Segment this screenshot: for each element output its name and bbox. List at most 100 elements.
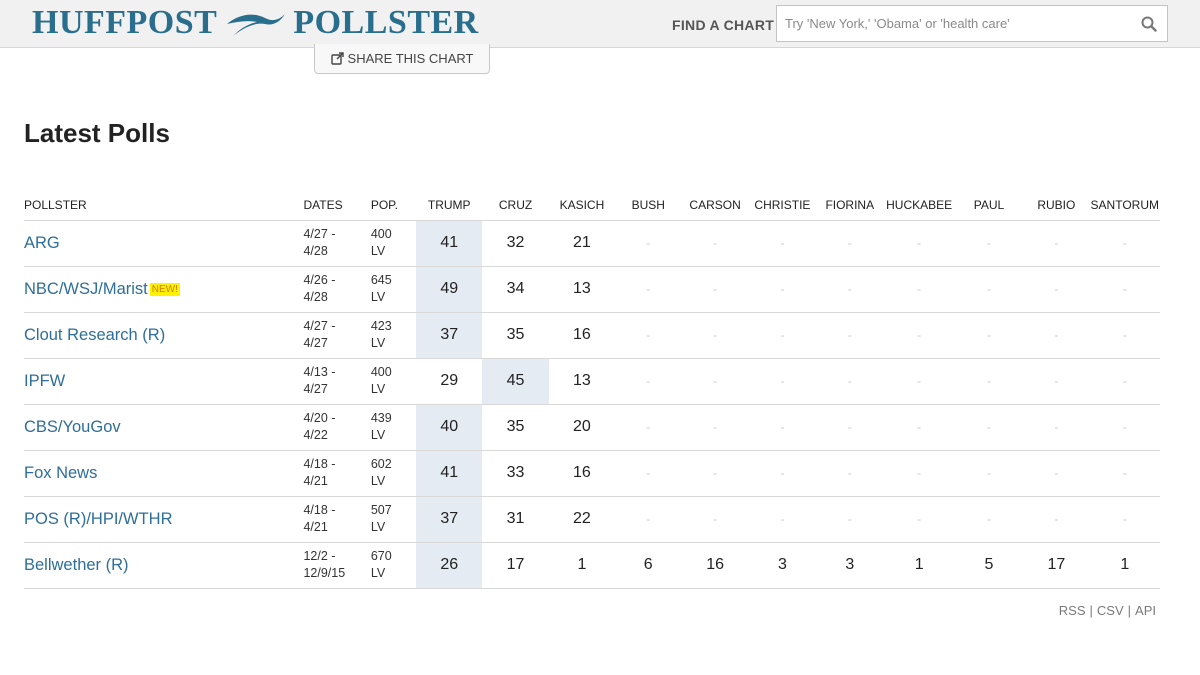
- value-cell-santorum: -: [1089, 358, 1160, 405]
- pollster-link[interactable]: IPFW: [24, 372, 65, 390]
- value-cell-santorum: -: [1089, 450, 1160, 497]
- col-header-pop[interactable]: POP.: [370, 188, 417, 221]
- pollster-link[interactable]: ARG: [24, 234, 60, 252]
- col-header-kasich[interactable]: KASICH: [548, 188, 616, 221]
- table-row: POS (R)/HPI/WTHR 4/18 -4/21 507 LV 37 31 22- - -…: [24, 496, 1160, 543]
- col-header-cruz[interactable]: CRUZ: [482, 188, 549, 221]
- value-cell-huckabee: 1: [883, 542, 955, 589]
- logo-text-pollster: POLLSTER: [293, 4, 479, 41]
- value-cell-cruz: 33: [482, 450, 549, 497]
- bird-logo-icon: [227, 14, 286, 36]
- population-type: LV: [370, 428, 386, 442]
- value-cell-christie: -: [748, 450, 817, 497]
- col-header-carson[interactable]: CARSON: [681, 188, 749, 221]
- poll-rows: ARG 4/27 -4/28 400 LV 41 32 21- - - - - - - - NBC/WSJ/…: [24, 220, 1160, 589]
- col-header-fiorina[interactable]: FIORINA: [816, 188, 884, 221]
- pollster-link[interactable]: Fox News: [24, 464, 97, 482]
- value-cell-paul: -: [954, 266, 1024, 313]
- find-a-chart-label: FIND A CHART: [672, 17, 775, 33]
- value-cell-rubio: -: [1023, 404, 1090, 451]
- value-cell-cruz: 32: [482, 220, 549, 267]
- population-type: LV: [370, 474, 386, 488]
- rss-link[interactable]: RSS: [1059, 603, 1086, 618]
- pop-cell: 400 LV: [370, 220, 417, 267]
- date-end: 4/21: [303, 520, 328, 534]
- value-cell-santorum: -: [1089, 312, 1160, 359]
- dates-cell: 4/27 - 4/27: [303, 312, 371, 359]
- value-cell-rubio: -: [1023, 450, 1090, 497]
- export-links: RSS | CSV | API: [1059, 603, 1156, 618]
- value-cell-carson: -: [681, 404, 749, 451]
- value-cell-rubio: -: [1023, 312, 1090, 359]
- table-row: NBC/WSJ/Marist NEW! 4/26 -4/28 645 LV 49 34 13-…: [24, 266, 1160, 313]
- col-header-trump[interactable]: TRUMP: [416, 188, 483, 221]
- value-cell-santorum: -: [1089, 496, 1160, 543]
- population-type: LV: [370, 566, 386, 580]
- col-header-bush[interactable]: BUSH: [615, 188, 682, 221]
- section-title: Latest Polls: [24, 118, 170, 148]
- col-header-christie[interactable]: CHRISTIE: [748, 188, 817, 221]
- value-cell-trump: 29: [416, 358, 483, 405]
- value-cell-fiorina: -: [816, 220, 884, 267]
- pollster-cell: Fox News: [24, 450, 304, 497]
- search-icon[interactable]: [1131, 6, 1167, 42]
- search-input[interactable]: [777, 6, 1131, 41]
- huffpost-pollster-logo[interactable]: HUFFPOST POLLSTER: [32, 5, 479, 41]
- pop-cell: 602 LV: [370, 450, 417, 497]
- date-start: 4/20 -: [303, 411, 336, 425]
- value-cell-cruz: 31: [482, 496, 549, 543]
- value-cell-carson: -: [681, 496, 749, 543]
- separator: |: [1127, 603, 1132, 618]
- dates-cell[interactable]: 12/2 - 12/9/15: [303, 542, 371, 589]
- value-cell-huckabee: -: [883, 312, 955, 359]
- csv-link[interactable]: CSV: [1097, 603, 1124, 618]
- table-header-row: POLLSTER DATES POP. TRUMP CRUZ KASICH BUSH C…: [24, 188, 1160, 221]
- date-end: 4/27: [303, 382, 328, 396]
- value-cell-fiorina: -: [816, 358, 884, 405]
- search-box: [776, 5, 1168, 42]
- date-end: 4/28: [303, 290, 328, 304]
- sample-size: 439: [370, 411, 392, 425]
- date-start: 4/27 -: [303, 227, 336, 241]
- api-link[interactable]: API: [1135, 603, 1156, 618]
- pop-cell: 645 LV: [370, 266, 417, 313]
- col-header-pollster[interactable]: POLLSTER: [24, 188, 304, 221]
- col-header-paul[interactable]: PAUL: [954, 188, 1024, 221]
- value-cell-christie: -: [748, 312, 817, 359]
- value-cell-santorum: -: [1089, 404, 1160, 451]
- table-row: CBS/YouGov 4/20 -4/22 439 LV 40 35 20- - - - - - - -: [24, 404, 1160, 451]
- value-cell-rubio: -: [1023, 358, 1090, 405]
- value-cell-trump: 49: [416, 266, 483, 313]
- value-cell-fiorina: -: [816, 312, 884, 359]
- value-cell-huckabee: -: [883, 266, 955, 313]
- col-header-santorum[interactable]: SANTORUM: [1089, 188, 1160, 221]
- pollster-link[interactable]: CBS/YouGov: [24, 418, 121, 436]
- share-chart-button[interactable]: SHARE THIS CHART: [314, 44, 490, 74]
- value-cell-rubio: -: [1023, 220, 1090, 267]
- col-header-huckabee[interactable]: HUCKABEE: [883, 188, 955, 221]
- value-cell-trump: 41: [416, 450, 483, 497]
- value-cell-trump: 26: [416, 542, 483, 589]
- pollster-link[interactable]: Bellwether (R): [24, 556, 129, 574]
- date-end: 4/22: [303, 428, 328, 442]
- value-cell-christie: 3: [748, 542, 817, 589]
- value-cell-paul: -: [954, 358, 1024, 405]
- value-cell-bush: -: [615, 312, 682, 359]
- value-cell-bush: 6: [615, 542, 682, 589]
- new-badge: NEW!: [149, 282, 180, 296]
- col-header-rubio[interactable]: RUBIO: [1023, 188, 1090, 221]
- site-header: HUFFPOST POLLSTER FIND A CHART: [0, 0, 1200, 48]
- value-cell-rubio: -: [1023, 496, 1090, 543]
- table-row: Bellwether (R) 12/2 -12/9/15 670 LV 26 17 1 6 16…: [24, 542, 1160, 589]
- pollster-link[interactable]: NBC/WSJ/Marist: [24, 280, 148, 298]
- dates-cell: 4/26 - 4/28: [303, 266, 371, 313]
- value-cell-kasich: 13: [548, 266, 616, 313]
- pollster-link[interactable]: Clout Research (R): [24, 326, 165, 344]
- value-cell-huckabee: -: [883, 404, 955, 451]
- latest-polls-table: POLLSTER DATES POP. TRUMP CRUZ KASICH BUSH C…: [24, 188, 1160, 589]
- table-row: IPFW 4/13 -4/27 400 LV 29 45 13- - - - - - - -: [24, 358, 1160, 405]
- pollster-link[interactable]: POS (R)/HPI/WTHR: [24, 510, 173, 528]
- value-cell-paul: -: [954, 450, 1024, 497]
- col-header-dates[interactable]: DATES: [303, 188, 371, 221]
- value-cell-bush: -: [615, 404, 682, 451]
